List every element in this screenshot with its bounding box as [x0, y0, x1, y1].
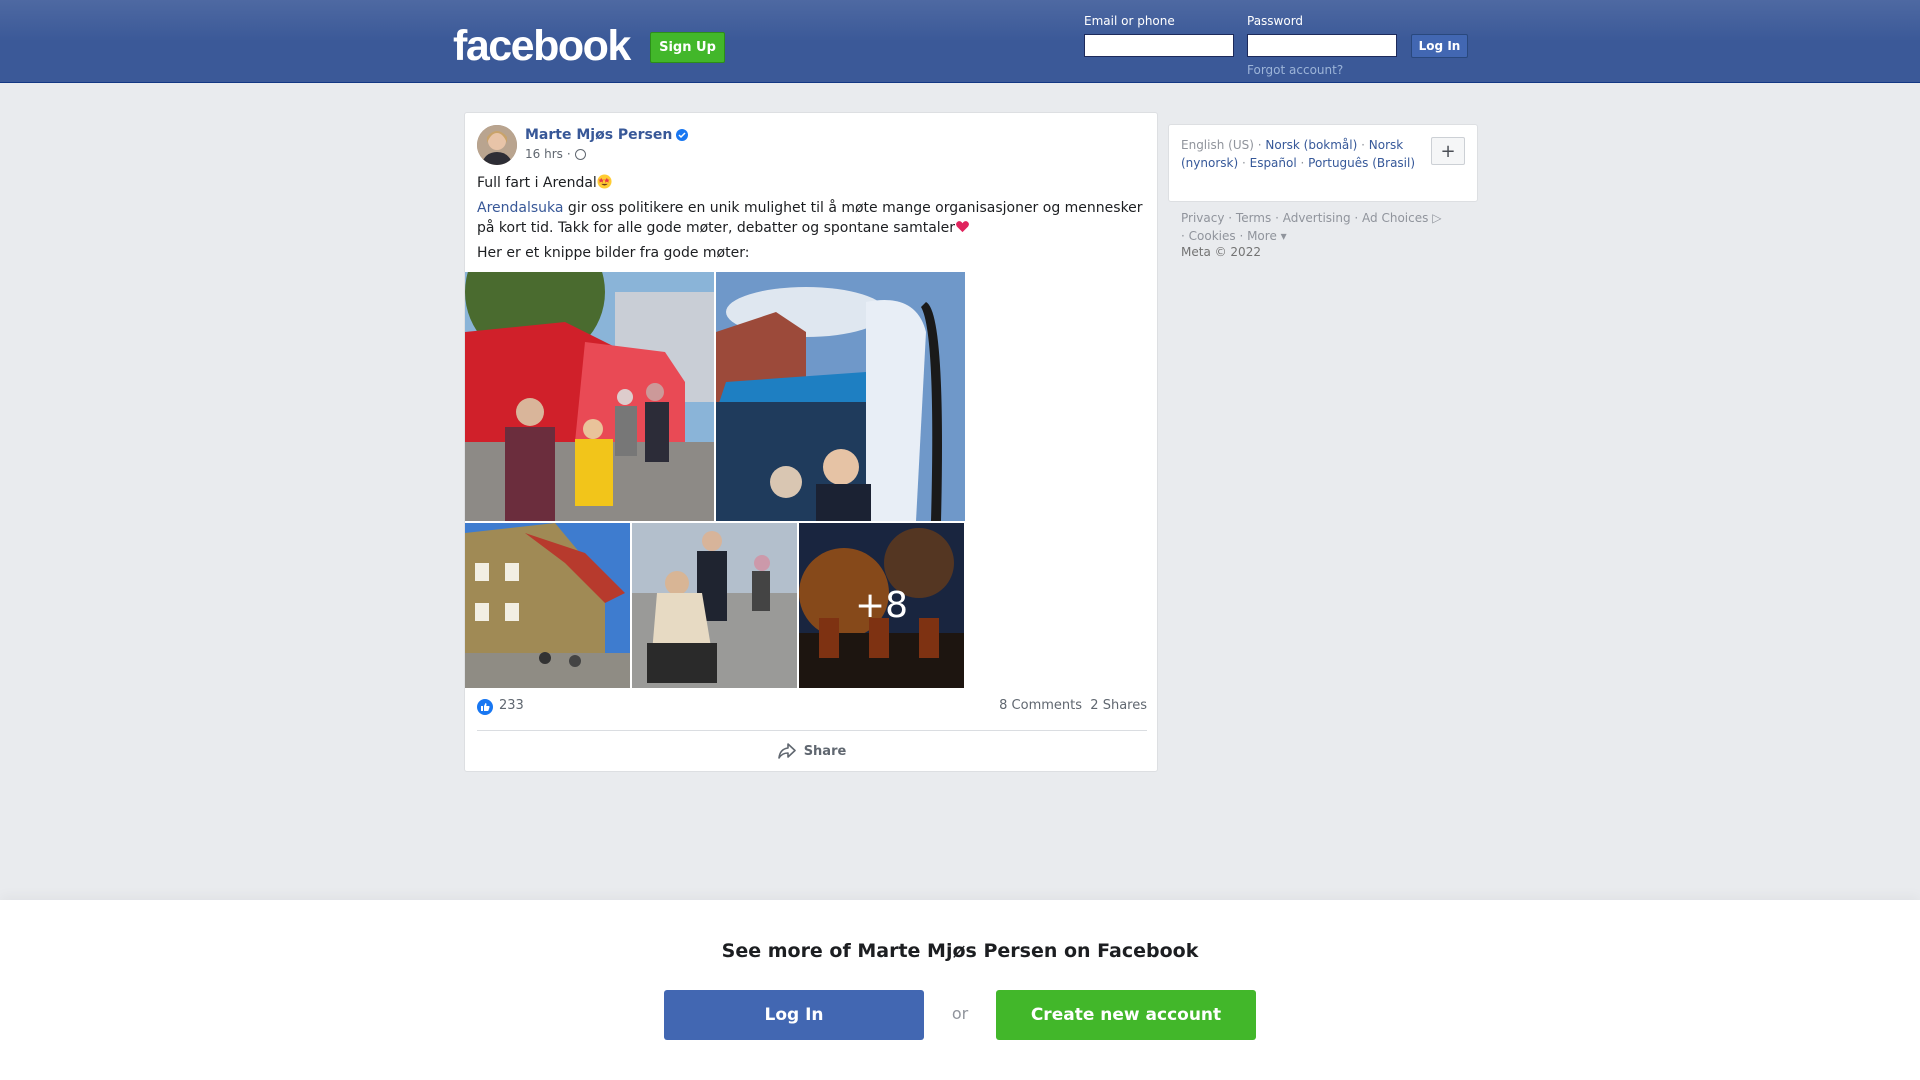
language-espanol[interactable]: Español: [1250, 156, 1297, 170]
footer-advertising[interactable]: Advertising: [1283, 211, 1351, 225]
post-line-2-text: gir oss politikere en unik mulighet til …: [477, 200, 1143, 236]
actions-divider: [477, 730, 1147, 731]
post-stats: 233 8 Comments 2 Shares: [477, 697, 1147, 717]
login-button[interactable]: Log In: [1411, 34, 1468, 58]
prompt-title: See more of Marte Mjøs Persen on Faceboo…: [721, 940, 1199, 962]
copyright: Meta © 2022: [1181, 245, 1261, 259]
post-photo-4[interactable]: [632, 523, 797, 688]
footer-ad-choices[interactable]: Ad Choices: [1362, 211, 1428, 225]
password-field[interactable]: [1247, 34, 1397, 57]
more-photos-overlay[interactable]: +8: [799, 523, 964, 688]
more-languages-button[interactable]: +: [1431, 137, 1465, 165]
verified-badge-icon: [676, 129, 689, 141]
signup-button[interactable]: Sign Up: [650, 32, 725, 63]
post-text: Full fart i Arendal Arendalsuka gir oss …: [477, 173, 1149, 268]
login-prompt-bar: See more of Marte Mjøs Persen on Faceboo…: [0, 900, 1920, 1080]
email-field[interactable]: [1084, 34, 1234, 57]
arendalsuka-link[interactable]: Arendalsuka: [477, 200, 563, 216]
post-time[interactable]: 16 hrs: [525, 147, 563, 161]
post-line-2: Arendalsuka gir oss politikere en unik m…: [477, 198, 1149, 238]
top-header: facebook Sign Up Email or phone Password…: [0, 0, 1920, 83]
prompt-or: or: [951, 1004, 969, 1023]
author-name-text[interactable]: Marte Mjøs Persen: [525, 127, 672, 143]
create-account-button[interactable]: Create new account: [996, 990, 1256, 1040]
comments-shares: 8 Comments 2 Shares: [999, 698, 1147, 713]
post-line-1-text: Full fart i Arendal: [477, 175, 597, 191]
language-selector: English (US) · Norsk (bokmål) · Norsk (n…: [1168, 124, 1478, 202]
post-photo-3[interactable]: [465, 523, 630, 688]
language-list: English (US) · Norsk (bokmål) · Norsk (n…: [1181, 138, 1416, 170]
star-struck-emoji-icon: [597, 174, 612, 189]
ad-choices-icon: ▷: [1428, 211, 1442, 225]
shares-count[interactable]: 2 Shares: [1090, 698, 1147, 713]
avatar[interactable]: [477, 125, 517, 165]
footer-terms[interactable]: Terms: [1236, 211, 1271, 225]
footer-links: Privacy · Terms · Advertising · Ad Choic…: [1181, 211, 1442, 243]
share-button[interactable]: Share: [465, 735, 1159, 767]
facebook-logo[interactable]: facebook: [453, 22, 631, 71]
post-line-1: Full fart i Arendal: [477, 173, 1149, 193]
comments-count[interactable]: 8 Comments: [999, 698, 1082, 713]
post-line-3: Her er et knippe bilder fra gode møter:: [477, 245, 750, 261]
share-label: Share: [803, 743, 847, 759]
prompt-login-button[interactable]: Log In: [664, 990, 924, 1040]
footer-privacy[interactable]: Privacy: [1181, 211, 1224, 225]
language-portugues[interactable]: Português (Brasil): [1308, 156, 1415, 170]
globe-icon: [574, 148, 586, 160]
post-meta: 16 hrs ·: [525, 147, 586, 161]
meta-separator: ·: [566, 147, 571, 161]
forgot-account-link[interactable]: Forgot account?: [1247, 63, 1343, 77]
language-current: English (US): [1181, 138, 1254, 152]
post-card: Marte Mjøs Persen 16 hrs · Full fart i A…: [464, 112, 1158, 772]
footer-more[interactable]: More: [1247, 229, 1277, 243]
more-dropdown-icon: ▾: [1276, 229, 1287, 243]
share-icon: [777, 743, 796, 759]
author-name[interactable]: Marte Mjøs Persen: [525, 127, 689, 143]
post-photo-5[interactable]: +8: [799, 523, 964, 688]
like-count[interactable]: 233: [499, 698, 524, 713]
post-photo-2[interactable]: [716, 272, 965, 521]
footer-cookies[interactable]: Cookies: [1189, 229, 1236, 243]
password-label: Password: [1247, 14, 1304, 28]
red-heart-emoji-icon: [956, 221, 970, 233]
language-norsk-bokmal[interactable]: Norsk (bokmål): [1265, 138, 1357, 152]
like-reaction-icon: [477, 699, 493, 715]
post-photo-1[interactable]: [465, 272, 714, 521]
email-label: Email or phone: [1084, 14, 1175, 28]
